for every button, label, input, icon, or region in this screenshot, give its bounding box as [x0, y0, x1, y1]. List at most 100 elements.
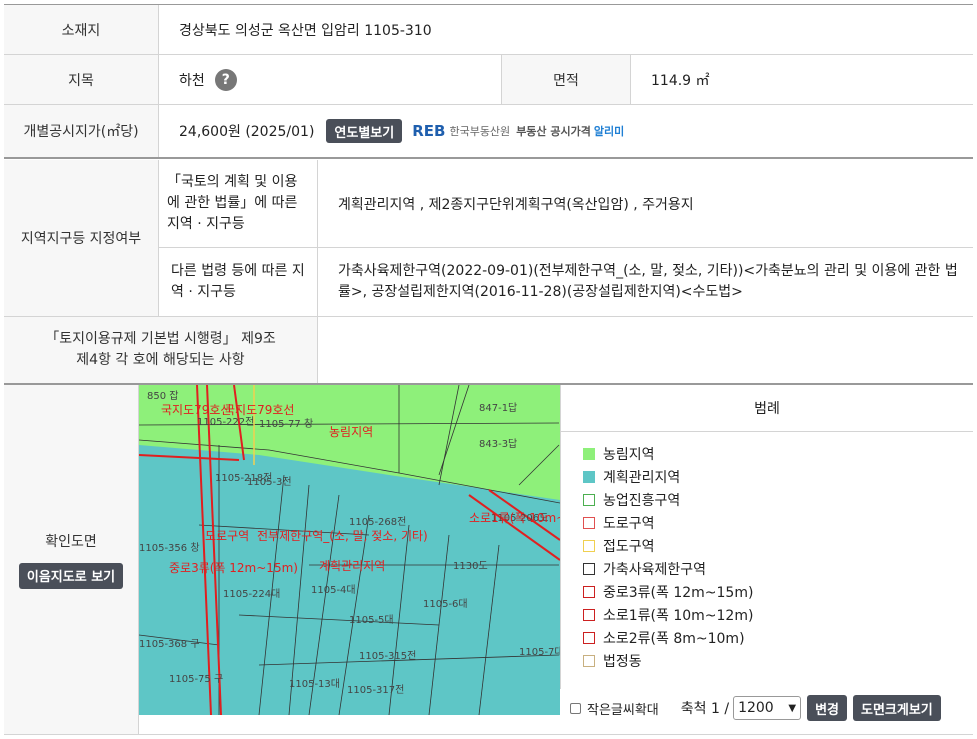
small-text-checkbox[interactable] — [570, 702, 581, 714]
legend-swatch — [583, 516, 595, 529]
legend-item-label: 법정동 — [603, 653, 642, 670]
legend-item-label: 중로3류(폭 12m~15m) — [603, 584, 754, 601]
legend-swatch — [583, 654, 595, 667]
legend-swatch — [583, 585, 595, 598]
small-text-label: 작은글씨확대 — [587, 702, 659, 718]
reb-price-alert-link[interactable]: REB 한국부동산원 부동산 공시가격 알리미 — [412, 122, 624, 140]
reb-org: 한국부동산원 — [449, 125, 511, 138]
legend-item-label: 접도구역 — [603, 538, 655, 555]
legend-swatch — [583, 470, 595, 483]
legend-item-label: 농림지역 — [603, 446, 655, 463]
reb-service: 부동산 공시가격 — [516, 125, 591, 138]
legend-title: 범례 — [561, 385, 973, 432]
official-price-label: 개별공시지가(㎡당) — [4, 105, 159, 157]
map-parcel-label: 1105-356 창 — [139, 543, 200, 554]
legend-panel: 범례 농림지역계획관리지역농업진흥구역도로구역접도구역가축사육제한구역중로3류(… — [560, 385, 973, 689]
legend-item: 소로1류(폭 10m~12m) — [583, 603, 973, 626]
legend-item: 가축사육제한구역 — [583, 557, 973, 580]
map-parcel-label: 1105-7대 — [519, 647, 560, 658]
map-label-cell: 확인도면 이음지도로 보기 — [4, 385, 139, 734]
category-area-row: 지목 하천 ? 면적 114.9 ㎡ — [4, 55, 973, 105]
legend-item: 접도구역 — [583, 534, 973, 557]
reb-alert: 알리미 — [593, 125, 625, 138]
map-parcel-label: 1105-368 구 — [139, 639, 200, 650]
legend-item-label: 농업진흥구역 — [603, 492, 681, 509]
map-parcel-label: 1105-4대 — [311, 585, 356, 596]
reb-logo: REB — [412, 122, 446, 140]
map-zone-label: 도로구역 — [205, 529, 250, 543]
scale-value: 1200 — [738, 700, 774, 716]
map-parcel-label: 1105-268전 — [349, 517, 407, 528]
map-zone-label: 소로1류(폭 10m~12m) — [469, 511, 560, 525]
area-value: 114.9 ㎡ — [651, 72, 710, 89]
official-price-row: 개별공시지가(㎡당) 24,600원 (2025/01) 연도별보기 REB 한… — [4, 105, 973, 159]
map-row: 확인도면 이음지도로 보기 850 잡 1105-222전 1105-77 창 … — [4, 385, 973, 735]
map-zone-label: 중로3류(폭 12m~15m) — [169, 561, 298, 575]
map-zone-label: 국지도79호선 — [224, 403, 295, 417]
national-law-label: 「국토의 계획 및 이용에 관한 법률」에 따른 지역 · 지구등 — [159, 160, 318, 248]
legend-swatch — [583, 562, 595, 575]
map-parcel-label: 1105-6대 — [423, 599, 468, 610]
legend-item-label: 가축사육제한구역 — [603, 561, 707, 578]
legend-item: 계획관리지역 — [583, 465, 973, 488]
land-use-map[interactable]: 850 잡 1105-222전 1105-77 창 847-1답 843-3답 1105-… — [139, 385, 560, 715]
land-category-value: 하천 ? — [159, 55, 502, 104]
map-label: 확인도면 — [45, 533, 97, 550]
official-price-value: 24,600원 (2025/01) — [179, 124, 315, 140]
map-parcel-label: 1105-317전 — [347, 685, 405, 696]
map-zone-label: 전부제한구역_(소, 말, 젖소, 기타) — [257, 529, 428, 543]
help-icon[interactable]: ? — [214, 68, 237, 91]
chevron-down-icon: ▼ — [788, 702, 797, 714]
change-scale-button[interactable]: 변경 — [807, 695, 847, 721]
map-parcel-label: 1105-75 구 — [169, 674, 224, 685]
yearly-view-button[interactable]: 연도별보기 — [326, 119, 403, 143]
legend-item: 농림지역 — [583, 442, 973, 465]
zoning-label: 지역지구등 지정여부 — [4, 160, 159, 316]
view-in-eum-map-button[interactable]: 이음지도로 보기 — [18, 562, 124, 589]
map-zone-label: 국지도79호선 — [161, 403, 232, 417]
legend-item: 소로2류(폭 8m~10m) — [583, 626, 973, 649]
map-parcel-label: 850 잡 — [147, 391, 179, 402]
legend-swatch — [583, 631, 595, 644]
map-parcel-label: 1105-224대 — [223, 589, 281, 600]
other-law-value: 가축사육제한구역(2022-09-01)(전부제한구역_(소, 말, 젖소, 기… — [338, 263, 958, 300]
enlarge-map-button[interactable]: 도면크게보기 — [852, 695, 941, 721]
legend-item-label: 도로구역 — [603, 515, 655, 532]
map-parcel-label: 1130도 — [453, 561, 488, 572]
regulation-value — [318, 317, 973, 383]
regulation-row: 「토지이용규제 기본법 시행령」 제9조 제4항 각 호에 해당되는 사항 — [4, 317, 973, 385]
legend-item: 도로구역 — [583, 511, 973, 534]
map-controls: 작은글씨확대 축척 1 / 1200 ▼ 변경 도면크게보기 — [560, 689, 973, 727]
national-law-value: 계획관리지역 , 제2종지구단위계획구역(옥산입암) , 주거용지 — [318, 160, 973, 248]
legend-swatch — [583, 447, 595, 460]
legend-list: 농림지역계획관리지역농업진흥구역도로구역접도구역가축사육제한구역중로3류(폭 1… — [561, 432, 973, 672]
legend-swatch — [583, 608, 595, 621]
legend-swatch — [583, 539, 595, 552]
legend-swatch — [583, 493, 595, 506]
map-parcel-label: 1105-218전 — [215, 473, 273, 484]
address-value: 경상북도 의성군 옥산면 입암리 1105-310 — [179, 22, 432, 39]
map-parcel-label: 847-1답 — [479, 403, 518, 414]
map-parcel-label: 1105-5대 — [349, 615, 394, 626]
regulation-label: 「토지이용규제 기본법 시행령」 제9조 제4항 각 호에 해당되는 사항 — [4, 317, 318, 383]
legend-item: 농업진흥구역 — [583, 488, 973, 511]
scale-select[interactable]: 1200 ▼ — [733, 696, 802, 720]
map-zone-label: 농림지역 — [329, 425, 374, 439]
map-parcel-label: 1105-315전 — [359, 651, 417, 662]
address-row: 소재지 경상북도 의성군 옥산면 입암리 1105-310 — [4, 4, 973, 55]
legend-item-label: 소로2류(폭 8m~10m) — [603, 630, 745, 647]
zoning-row: 지역지구등 지정여부 「국토의 계획 및 이용에 관한 법률」에 따른 지역 ·… — [4, 160, 973, 317]
map-parcel-label: 843-3답 — [479, 439, 518, 450]
legend-item: 법정동 — [583, 649, 973, 672]
address-label: 소재지 — [4, 5, 159, 54]
scale-label: 축척 1 / — [680, 701, 730, 717]
land-category-label: 지목 — [4, 55, 159, 104]
area-label: 면적 — [502, 55, 631, 104]
legend-item-label: 계획관리지역 — [603, 469, 681, 486]
legend-item: 중로3류(폭 12m~15m) — [583, 580, 973, 603]
map-zone-label: 계획관리지역 — [319, 559, 386, 573]
legend-item-label: 소로1류(폭 10m~12m) — [603, 607, 754, 624]
official-price-value-cell: 24,600원 (2025/01) 연도별보기 REB 한국부동산원 부동산 공… — [159, 105, 973, 157]
other-law-label: 다른 법령 등에 따른 지역 · 지구등 — [159, 248, 318, 316]
map-parcel-label: 1105-13대 — [289, 679, 340, 690]
